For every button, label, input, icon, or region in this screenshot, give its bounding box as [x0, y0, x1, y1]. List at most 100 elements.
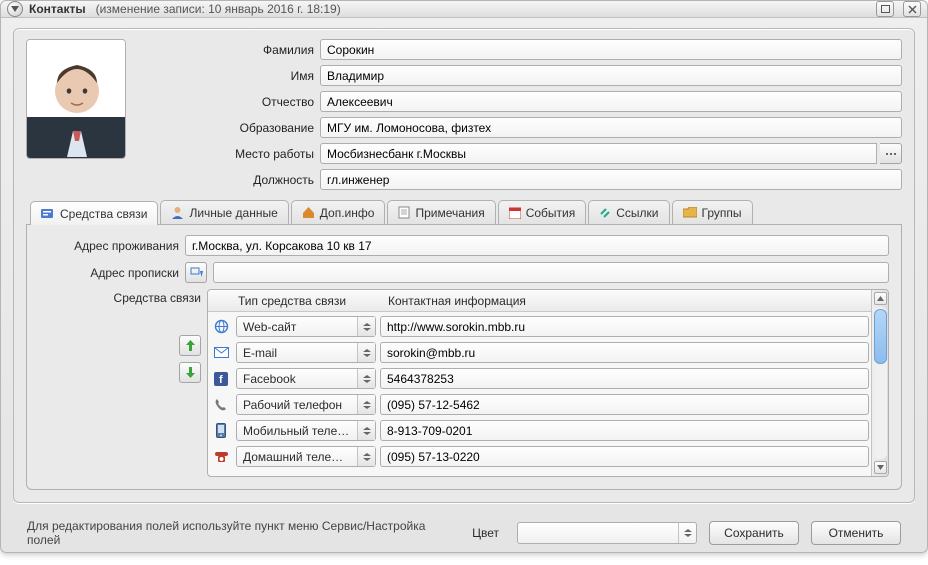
calendar-icon [509, 207, 521, 219]
footer: Для редактирования полей используйте пун… [13, 511, 915, 557]
label-work: Место работы [144, 147, 314, 161]
tab-links[interactable]: Ссылки [588, 200, 669, 224]
comm-type-label: Мобильный телефон [237, 424, 357, 438]
input-addr-reg[interactable] [213, 262, 889, 283]
phone-icon [210, 398, 232, 412]
house-icon [302, 206, 315, 219]
caret-up-icon [877, 296, 884, 301]
label-position: Должность [144, 173, 314, 187]
window-subtitle: (изменение записи: 10 январь 2016 г. 18:… [96, 2, 341, 16]
label-addr-live: Адрес проживания [39, 239, 179, 253]
spinner-icon [684, 529, 692, 537]
main-panel: Фамилия Имя Отчество Образование [13, 28, 915, 503]
comm-type-combo[interactable]: Домашний телефон [236, 446, 376, 467]
tab-notes-label: Примечания [415, 206, 484, 220]
contact-photo[interactable] [26, 39, 126, 159]
work-picker-button[interactable] [880, 143, 902, 164]
comm-value-input[interactable] [380, 446, 869, 467]
input-surname[interactable] [320, 39, 902, 60]
comm-value-input[interactable] [380, 342, 869, 363]
tab-extra[interactable]: Доп.инфо [291, 200, 386, 224]
ellipsis-icon [886, 149, 896, 159]
comm-type-combo[interactable]: Facebook [236, 368, 376, 389]
close-button[interactable] [903, 1, 921, 17]
move-up-button[interactable] [179, 335, 201, 356]
combo-dropdown-button[interactable] [357, 369, 375, 388]
homeph-icon [210, 450, 232, 463]
tabs: Средства связи Личные данные Доп.инфо Пр… [26, 200, 902, 225]
mail-icon [210, 347, 232, 359]
input-work[interactable] [320, 143, 877, 164]
comm-type-label: Facebook [237, 372, 357, 386]
comm-head-type: Тип средства связи [234, 294, 384, 308]
tab-pane-comm: Адрес проживания Адрес прописки Средства… [26, 225, 902, 490]
combo-dropdown-button[interactable] [357, 447, 375, 466]
tab-links-label: Ссылки [616, 206, 658, 220]
comm-header: Тип средства связи Контактная информация [208, 290, 871, 312]
comm-value-input[interactable] [380, 368, 869, 389]
portrait-icon [27, 39, 125, 159]
comm-type-combo[interactable]: Мобильный телефон [236, 420, 376, 441]
save-button[interactable]: Сохранить [709, 521, 799, 545]
window-title: Контакты [29, 2, 86, 16]
comm-type-combo[interactable]: E-mail [236, 342, 376, 363]
arrow-up-icon [186, 340, 195, 351]
input-name[interactable] [320, 65, 902, 86]
comm-type-label: Web-сайт [237, 320, 357, 334]
svg-text:f: f [219, 374, 223, 386]
scroll-down-button[interactable] [874, 461, 887, 474]
input-position[interactable] [320, 169, 902, 190]
maximize-icon [881, 5, 890, 13]
label-addr-reg: Адрес прописки [39, 266, 179, 280]
tab-comm-label: Средства связи [60, 207, 147, 221]
color-dropdown-button[interactable] [678, 523, 696, 543]
combo-dropdown-button[interactable] [357, 421, 375, 440]
tab-events[interactable]: События [498, 200, 587, 224]
copy-down-icon [190, 267, 203, 279]
label-education: Образование [144, 121, 314, 135]
folder-icon [683, 207, 697, 218]
comm-scrollbar[interactable] [871, 290, 888, 476]
close-icon [908, 5, 917, 14]
combo-dropdown-button[interactable] [357, 317, 375, 336]
combo-dropdown-button[interactable] [357, 343, 375, 362]
tab-groups[interactable]: Группы [672, 200, 753, 224]
tab-comm[interactable]: Средства связи [30, 201, 158, 225]
save-button-label: Сохранить [724, 526, 784, 540]
input-patronym[interactable] [320, 91, 902, 112]
footer-hint: Для редактирования полей используйте пун… [27, 519, 460, 547]
tab-groups-label: Группы [702, 206, 742, 220]
comm-row: Домашний телефон [210, 446, 869, 467]
tab-personal[interactable]: Личные данные [160, 200, 288, 224]
comm-row: Web-сайт [210, 316, 869, 337]
label-comm: Средства связи [114, 291, 201, 305]
scroll-track[interactable] [874, 307, 887, 459]
tab-personal-label: Личные данные [189, 206, 277, 220]
comm-row: f Facebook [210, 368, 869, 389]
comm-type-combo[interactable]: Рабочий телефон [236, 394, 376, 415]
comm-value-input[interactable] [380, 420, 869, 441]
window-menu-button[interactable] [7, 1, 23, 17]
label-name: Имя [144, 69, 314, 83]
combo-dropdown-button[interactable] [357, 395, 375, 414]
mobile-icon [210, 423, 232, 438]
input-addr-live[interactable] [185, 235, 889, 256]
tab-notes[interactable]: Примечания [387, 200, 495, 224]
cancel-button[interactable]: Отменить [811, 521, 901, 545]
copy-addr-button[interactable] [185, 262, 207, 283]
maximize-button[interactable] [876, 1, 894, 17]
comm-head-info: Контактная информация [384, 294, 871, 308]
body: Фамилия Имя Отчество Образование [1, 18, 927, 565]
comm-type-combo[interactable]: Web-сайт [236, 316, 376, 337]
input-education[interactable] [320, 117, 902, 138]
person-icon [171, 206, 184, 219]
move-down-button[interactable] [179, 362, 201, 383]
comm-value-input[interactable] [380, 394, 869, 415]
comm-row: E-mail [210, 342, 869, 363]
comm-type-label: Рабочий телефон [237, 398, 357, 412]
scroll-up-button[interactable] [874, 292, 887, 305]
color-combo[interactable] [517, 522, 697, 544]
cancel-button-label: Отменить [829, 526, 884, 540]
comm-value-input[interactable] [380, 316, 869, 337]
scroll-thumb[interactable] [874, 309, 887, 364]
